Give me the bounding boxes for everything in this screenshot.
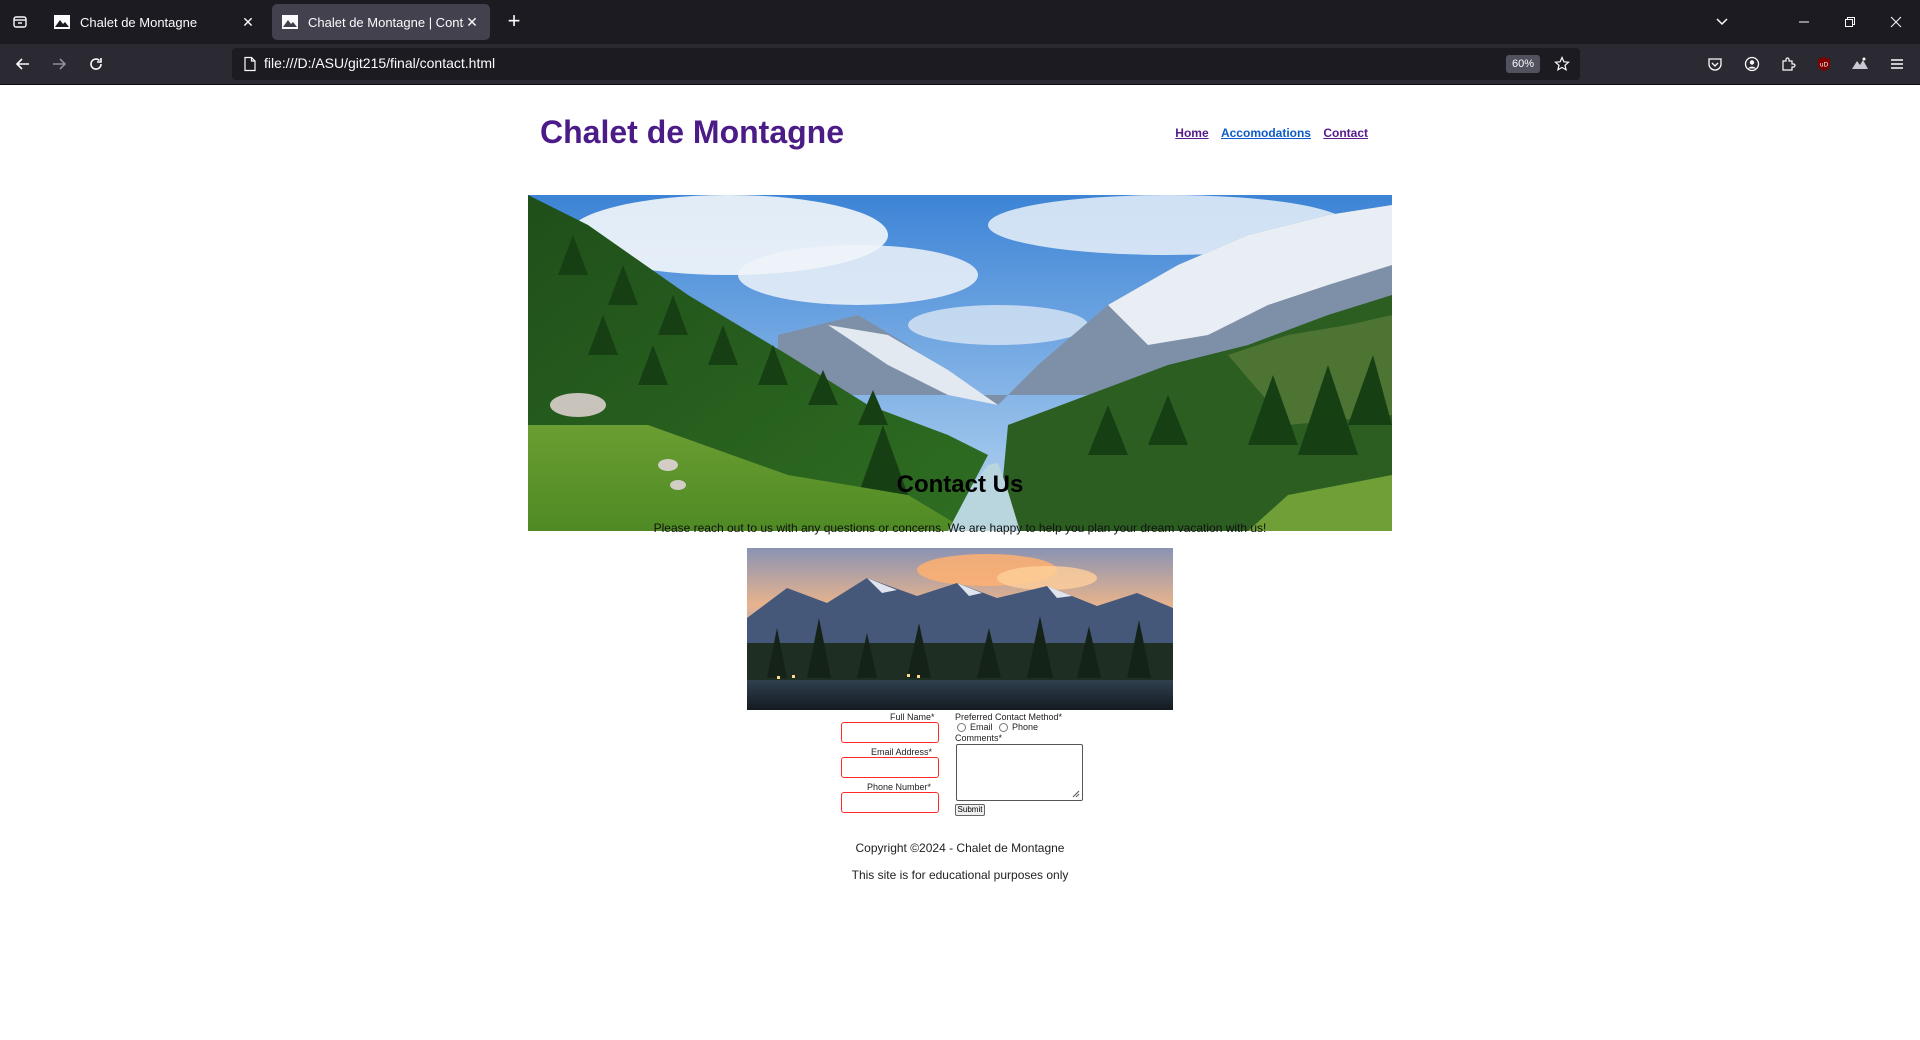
phone-number-label: Phone Number* [867,782,932,792]
copyright-text: Copyright ©2024 - Chalet de Montagne [855,841,1065,855]
submit-button[interactable]: Submit [955,804,985,816]
restore-icon[interactable] [1838,10,1862,34]
list-all-tabs-icon[interactable] [1710,10,1734,34]
comments-textarea[interactable] [956,744,1083,801]
email-radio[interactable] [957,723,966,732]
web-page: Chalet de Montagne Home Accomodations Co… [0,85,1920,1040]
extensions-icon[interactable] [1776,52,1800,76]
pocket-icon[interactable] [1703,52,1727,76]
ublock-icon[interactable]: uD [1812,52,1836,76]
resize-grip-icon[interactable] [1070,788,1080,798]
tab-home[interactable]: Chalet de Montagne ✕ [44,4,266,40]
back-icon[interactable] [11,52,35,76]
site-title: Chalet de Montagne [540,114,845,150]
tab-title: Chalet de Montagne [80,14,198,30]
tab-contact[interactable]: Chalet de Montagne | Contact ✕ [272,4,490,40]
email-field[interactable] [841,757,939,778]
nav-link-accomodations[interactable]: Accomodations [1221,126,1311,140]
new-tab-button[interactable]: + [502,10,526,34]
zoom-level-badge[interactable]: 60% [1505,55,1540,73]
close-tab-icon[interactable]: ✕ [464,14,480,30]
site-header: Chalet de Montagne Home Accomodations Co… [528,85,1392,195]
contact-intro-text: Please reach out to us with any question… [653,521,1267,535]
full-name-field[interactable] [841,722,939,743]
page-icon [242,56,258,72]
contact-heading: Contact Us [896,471,1024,498]
sunset-lake-image [747,548,1173,710]
tab-list-icon[interactable] [8,10,32,34]
address-bar[interactable]: file:///D:/ASU/git215/final/contact.html… [232,48,1580,80]
email-address-label: Email Address* [871,747,933,757]
browser-nav-bar: file:///D:/ASU/git215/final/contact.html… [0,44,1920,85]
nav-link-contact[interactable]: Contact [1323,126,1368,140]
close-tab-icon[interactable]: ✕ [240,14,256,30]
account-icon[interactable] [1740,52,1764,76]
phone-number-field[interactable] [841,792,939,813]
comments-label: Comments* [955,733,1003,743]
mountain-favicon-icon [54,14,70,30]
browser-tab-bar: Chalet de Montagne ✕ Chalet de Montagne … [0,0,1920,44]
close-window-icon[interactable] [1884,10,1908,34]
full-name-label: Full Name* [890,712,935,722]
reload-icon[interactable] [84,52,108,76]
forward-icon[interactable] [47,52,71,76]
footer-note-text: This site is for educational purposes on… [851,868,1069,882]
menu-icon[interactable] [1885,52,1909,76]
url-text[interactable]: file:///D:/ASU/git215/final/contact.html [264,55,495,71]
tab-title: Chalet de Montagne | Contact [308,14,464,30]
nav-link-home[interactable]: Home [1175,126,1208,140]
svg-text:uD: uD [1820,62,1829,69]
phone-radio[interactable] [999,723,1008,732]
preferred-contact-method-label: Preferred Contact Method* [955,712,1063,722]
mountain-favicon-icon [282,14,298,30]
mountain-extension-icon[interactable] [1848,52,1872,76]
bookmark-star-icon[interactable] [1552,54,1572,74]
minimize-icon[interactable] [1792,10,1816,34]
phone-radio-label: Phone [1012,722,1039,732]
email-radio-label: Email [970,722,993,732]
site-nav: Home Accomodations Contact [1166,126,1368,140]
